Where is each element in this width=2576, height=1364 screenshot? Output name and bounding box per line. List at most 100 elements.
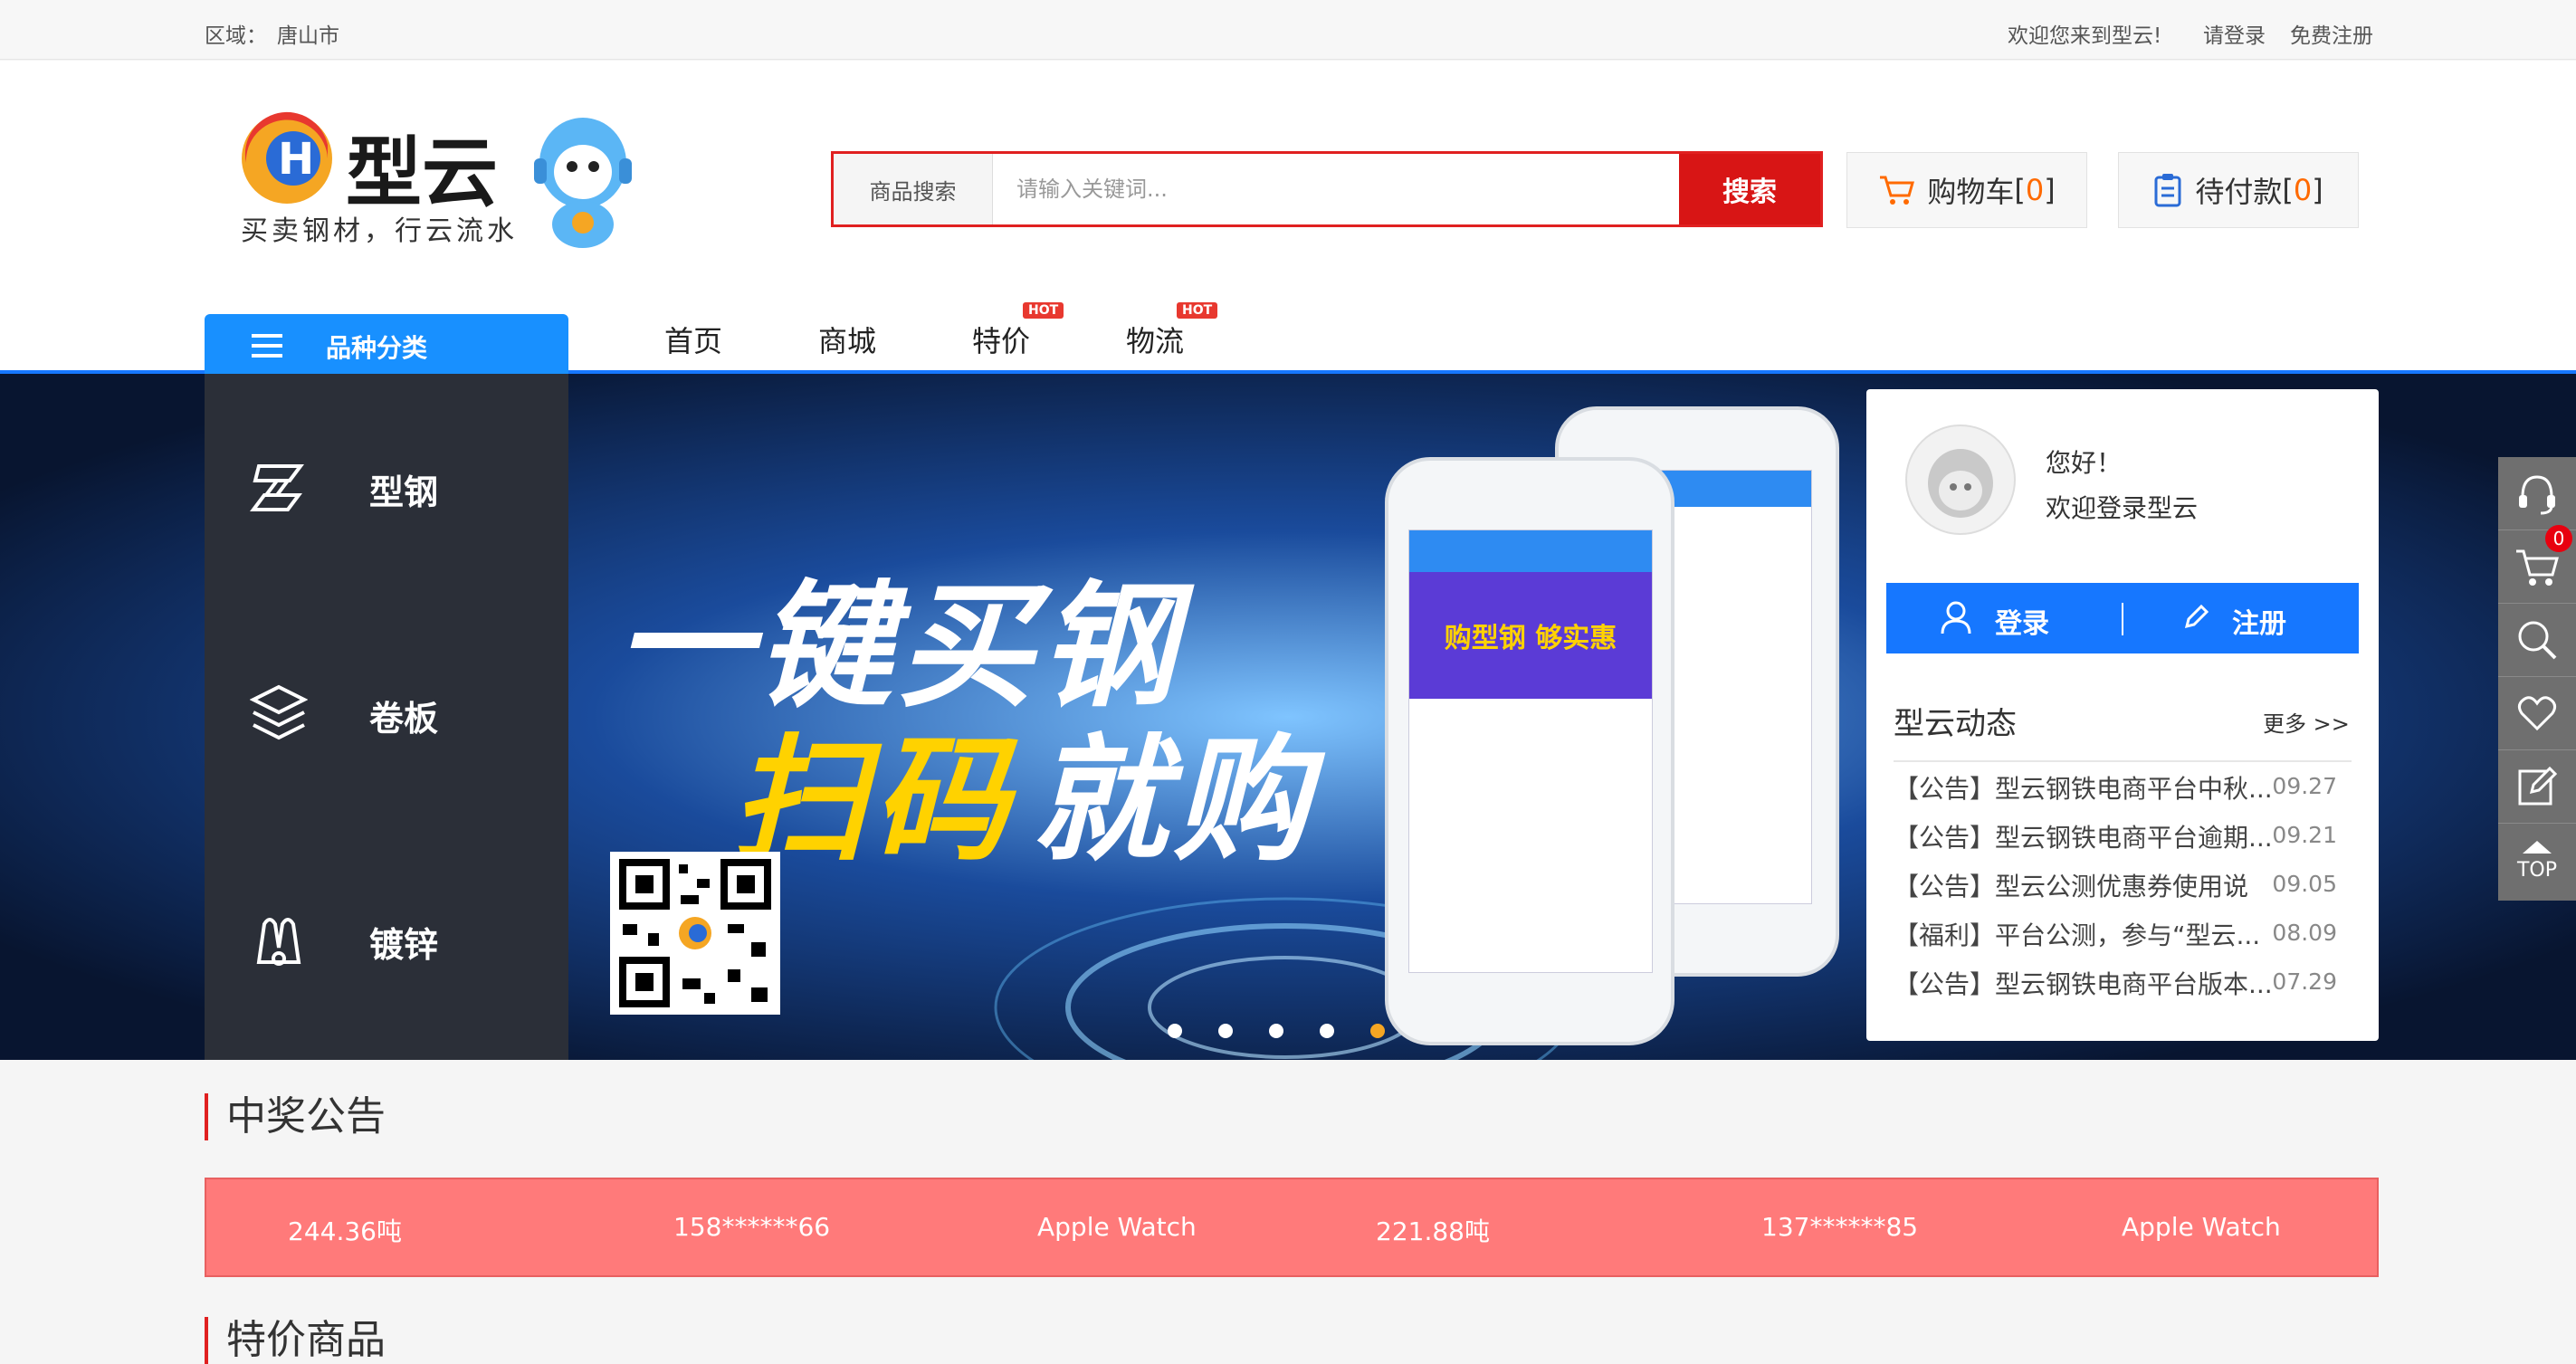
- svg-text:H: H: [278, 134, 314, 185]
- category-item-section-steel[interactable]: 型钢: [205, 374, 568, 600]
- phone-promo: 购型钢 够实惠: [1409, 572, 1652, 699]
- banner-headline-2b: 就购: [1032, 722, 1315, 880]
- register-button-label: 注册: [2232, 608, 2286, 640]
- heart-icon: [2517, 696, 2557, 731]
- welcome-login-text: 欢迎登录型云: [2046, 493, 2199, 523]
- top-bar: 区域： 唐山市 欢迎您来到型云! 请登录 免费注册: [0, 0, 2576, 60]
- nav-logistics[interactable]: 物流: [1126, 319, 1184, 360]
- register-link[interactable]: 免费注册: [2290, 18, 2373, 49]
- cart-bracket-close: ]: [2044, 173, 2056, 207]
- galvanized-icon: [256, 918, 301, 966]
- logo[interactable]: H 型云 买卖钢材，行云流水: [237, 109, 514, 253]
- logo-name: 型云: [346, 129, 499, 217]
- marquee-item: 221.88吨: [1376, 1216, 1490, 1246]
- feedback-button[interactable]: [2498, 750, 2576, 824]
- favorites-button[interactable]: [2498, 677, 2576, 750]
- hot-badge: HOT: [1023, 302, 1064, 319]
- news-divider: [1894, 760, 2352, 762]
- side-toolbar: 0 TOP: [2498, 457, 2576, 901]
- carousel-dot[interactable]: [1269, 1024, 1283, 1038]
- news-item-date: 09.27: [2272, 773, 2337, 799]
- cart-button[interactable]: 购物车[0]: [1846, 152, 2087, 228]
- news-item[interactable]: 【公告】型云公测优惠券使用说 09.05: [1894, 867, 2355, 903]
- layers-icon: [250, 684, 308, 740]
- cart-bracket-open: [: [2014, 173, 2026, 207]
- news-item-date: 07.29: [2272, 968, 2337, 995]
- pending-label: 待付款: [2195, 175, 2283, 209]
- pencil-icon: [2184, 604, 2209, 629]
- arrow-up-icon: [2523, 841, 2552, 854]
- search-input[interactable]: [993, 154, 1679, 224]
- news-item-text: 【公告】型云公测优惠券使用说: [1894, 872, 2249, 901]
- hot-badge: HOT: [1177, 302, 1218, 319]
- news-item[interactable]: 【公告】型云钢铁电商平台逾期... 09.21: [1894, 818, 2355, 854]
- side-cart-button[interactable]: 0: [2498, 525, 2576, 604]
- login-link[interactable]: 请登录: [2203, 18, 2266, 49]
- phone-front: 购型钢 够实惠: [1385, 457, 1674, 1045]
- logo-mark-icon: H: [242, 111, 332, 204]
- carousel-dot[interactable]: [1168, 1024, 1182, 1038]
- category-menu-header[interactable]: 品种分类: [205, 314, 568, 374]
- search-icon: [2518, 621, 2557, 660]
- marquee-item: 137******85: [1761, 1212, 1919, 1242]
- edit-icon: [2518, 767, 2557, 806]
- news-item-text: 【公告】型云钢铁电商平台版本...: [1894, 969, 2273, 999]
- news-item-date: 09.21: [2272, 822, 2337, 848]
- steel-beam-icon: [250, 464, 304, 511]
- category-menu: 型钢 卷板 镀锌: [205, 374, 568, 1060]
- news-item[interactable]: 【公告】型云钢铁电商平台版本... 07.29: [1894, 965, 2355, 1001]
- news-item-text: 【福利】平台公测，参与“型云...: [1894, 920, 2261, 950]
- marquee-item: Apple Watch: [1037, 1212, 1197, 1242]
- menu-icon: [252, 334, 282, 358]
- pending-bracket-close: ]: [2312, 173, 2323, 207]
- nav-home[interactable]: 首页: [664, 319, 722, 360]
- category-menu-title: 品种分类: [326, 333, 428, 363]
- notice-title: 中奖公告: [205, 1093, 386, 1140]
- customer-service-button[interactable]: [2498, 457, 2576, 530]
- back-to-top-label: TOP: [2516, 859, 2558, 882]
- search-box: 商品搜索 搜索: [831, 151, 1823, 227]
- pending-payment-button[interactable]: 待付款[0]: [2118, 152, 2359, 228]
- welcome-text: 欢迎您来到型云!: [2008, 24, 2162, 48]
- nav-special[interactable]: 特价: [972, 319, 1030, 360]
- mascot-icon: [534, 118, 632, 248]
- logo-slogan: 买卖钢材，行云流水: [241, 215, 518, 247]
- login-card: 您好！ 欢迎登录型云 登录 注册 型云动态 更多 >> 【公告】型云钢铁电商平台…: [1866, 389, 2379, 1041]
- carousel-dot-active[interactable]: [1370, 1024, 1385, 1038]
- back-to-top-button[interactable]: TOP: [2498, 824, 2576, 897]
- carousel-dot[interactable]: [1320, 1024, 1334, 1038]
- region-label: 区域：: [205, 24, 267, 48]
- carousel-dot[interactable]: [1218, 1024, 1233, 1038]
- marquee-item: Apple Watch: [2122, 1212, 2281, 1242]
- news-item-date: 09.05: [2272, 871, 2337, 897]
- region-value[interactable]: 唐山市: [277, 18, 339, 49]
- phone-front-header: [1409, 530, 1652, 572]
- avatar: [1905, 424, 2016, 535]
- side-cart-badge: 0: [2545, 525, 2572, 552]
- greeting-text: 您好！: [2046, 448, 2123, 478]
- nav-mall[interactable]: 商城: [818, 319, 876, 360]
- login-button[interactable]: 登录: [1886, 583, 2122, 653]
- cart-count: 0: [2025, 173, 2045, 207]
- news-more-link[interactable]: 更多 >>: [2263, 706, 2350, 738]
- clipboard-icon: [2154, 174, 2181, 207]
- cart-label: 购物车: [1927, 175, 2015, 209]
- category-item-coil[interactable]: 卷板: [205, 600, 568, 826]
- winners-marquee: 244.36吨 158******66 Apple Watch 221.88吨 …: [205, 1178, 2379, 1277]
- news-item[interactable]: 【福利】平台公测，参与“型云... 08.09: [1894, 916, 2355, 952]
- news-item-date: 08.09: [2272, 920, 2337, 946]
- register-button[interactable]: 注册: [2123, 583, 2359, 653]
- search-category[interactable]: 商品搜索: [834, 154, 993, 224]
- news-item[interactable]: 【公告】型云钢铁电商平台中秋... 09.27: [1894, 769, 2355, 806]
- pending-count: 0: [2293, 173, 2313, 207]
- category-item-galvanized[interactable]: 镀锌: [205, 826, 568, 1053]
- news-item-text: 【公告】型云钢铁电商平台中秋...: [1894, 774, 2273, 804]
- special-products-title: 特价商品: [205, 1317, 386, 1364]
- login-button-label: 登录: [1995, 608, 2049, 640]
- category-item-label: 卷板: [369, 699, 439, 739]
- headset-icon: [2519, 475, 2555, 515]
- search-button[interactable]: 搜索: [1679, 154, 1820, 224]
- pending-bracket-open: [: [2282, 173, 2294, 207]
- qr-code-icon: [610, 852, 780, 1015]
- side-search-button[interactable]: [2498, 604, 2576, 677]
